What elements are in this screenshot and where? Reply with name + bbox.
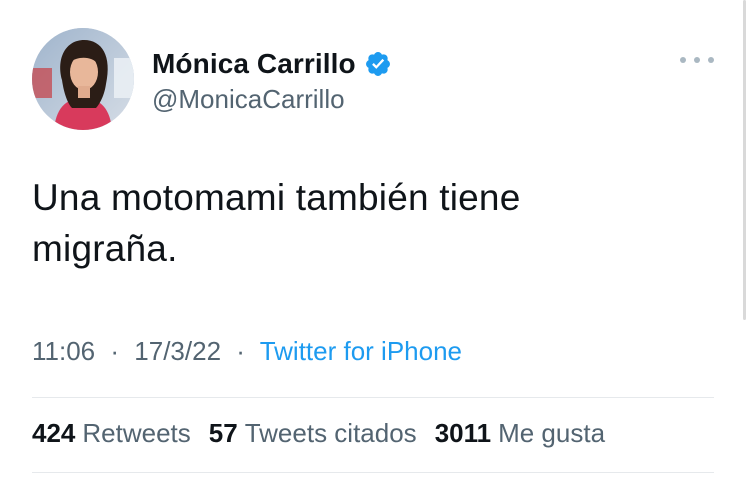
tweet-meta: 11:06 · 17/3/22 · Twitter for iPhone (32, 336, 462, 367)
likes-stat[interactable]: 3011 Me gusta (435, 418, 605, 449)
divider (32, 472, 714, 473)
tweet-text-line-1: Una motomami también tiene (32, 177, 521, 218)
tweet-header: Mónica Carrillo @MonicaCarrillo (32, 28, 714, 132)
tweet-text-line-2: migraña. (32, 228, 178, 269)
quote-tweets-stat[interactable]: 57 Tweets citados (209, 418, 417, 449)
avatar[interactable] (32, 28, 134, 130)
tweet-time[interactable]: 11:06 (32, 336, 95, 366)
verified-badge-icon (364, 50, 392, 78)
tweet-source-link[interactable]: Twitter for iPhone (260, 336, 462, 366)
author-names: Mónica Carrillo @MonicaCarrillo (152, 46, 392, 115)
retweets-count: 424 (32, 418, 76, 448)
likes-label: Me gusta (498, 418, 606, 448)
avatar-image (32, 28, 134, 130)
more-options-icon[interactable] (680, 50, 714, 70)
tweet-text: Una motomami también tiene migraña. (32, 172, 672, 274)
display-name[interactable]: Mónica Carrillo (152, 48, 356, 80)
retweets-label: Retweets (82, 418, 191, 448)
likes-count: 3011 (434, 418, 492, 448)
engagement-stats: 424 Retweets 57 Tweets citados 3011 Me g… (32, 418, 605, 449)
quote-tweets-label: Tweets citados (244, 418, 417, 448)
name-row: Mónica Carrillo (152, 46, 392, 82)
username-handle[interactable]: @MonicaCarrillo (152, 84, 392, 115)
tweet-date[interactable]: 17/3/22 (134, 336, 221, 366)
retweets-stat[interactable]: 424 Retweets (32, 418, 191, 449)
quote-tweets-count: 57 (208, 418, 238, 448)
divider (32, 397, 714, 398)
scrollbar[interactable] (743, 0, 746, 320)
meta-separator: · (110, 336, 120, 366)
meta-separator: · (236, 336, 245, 366)
